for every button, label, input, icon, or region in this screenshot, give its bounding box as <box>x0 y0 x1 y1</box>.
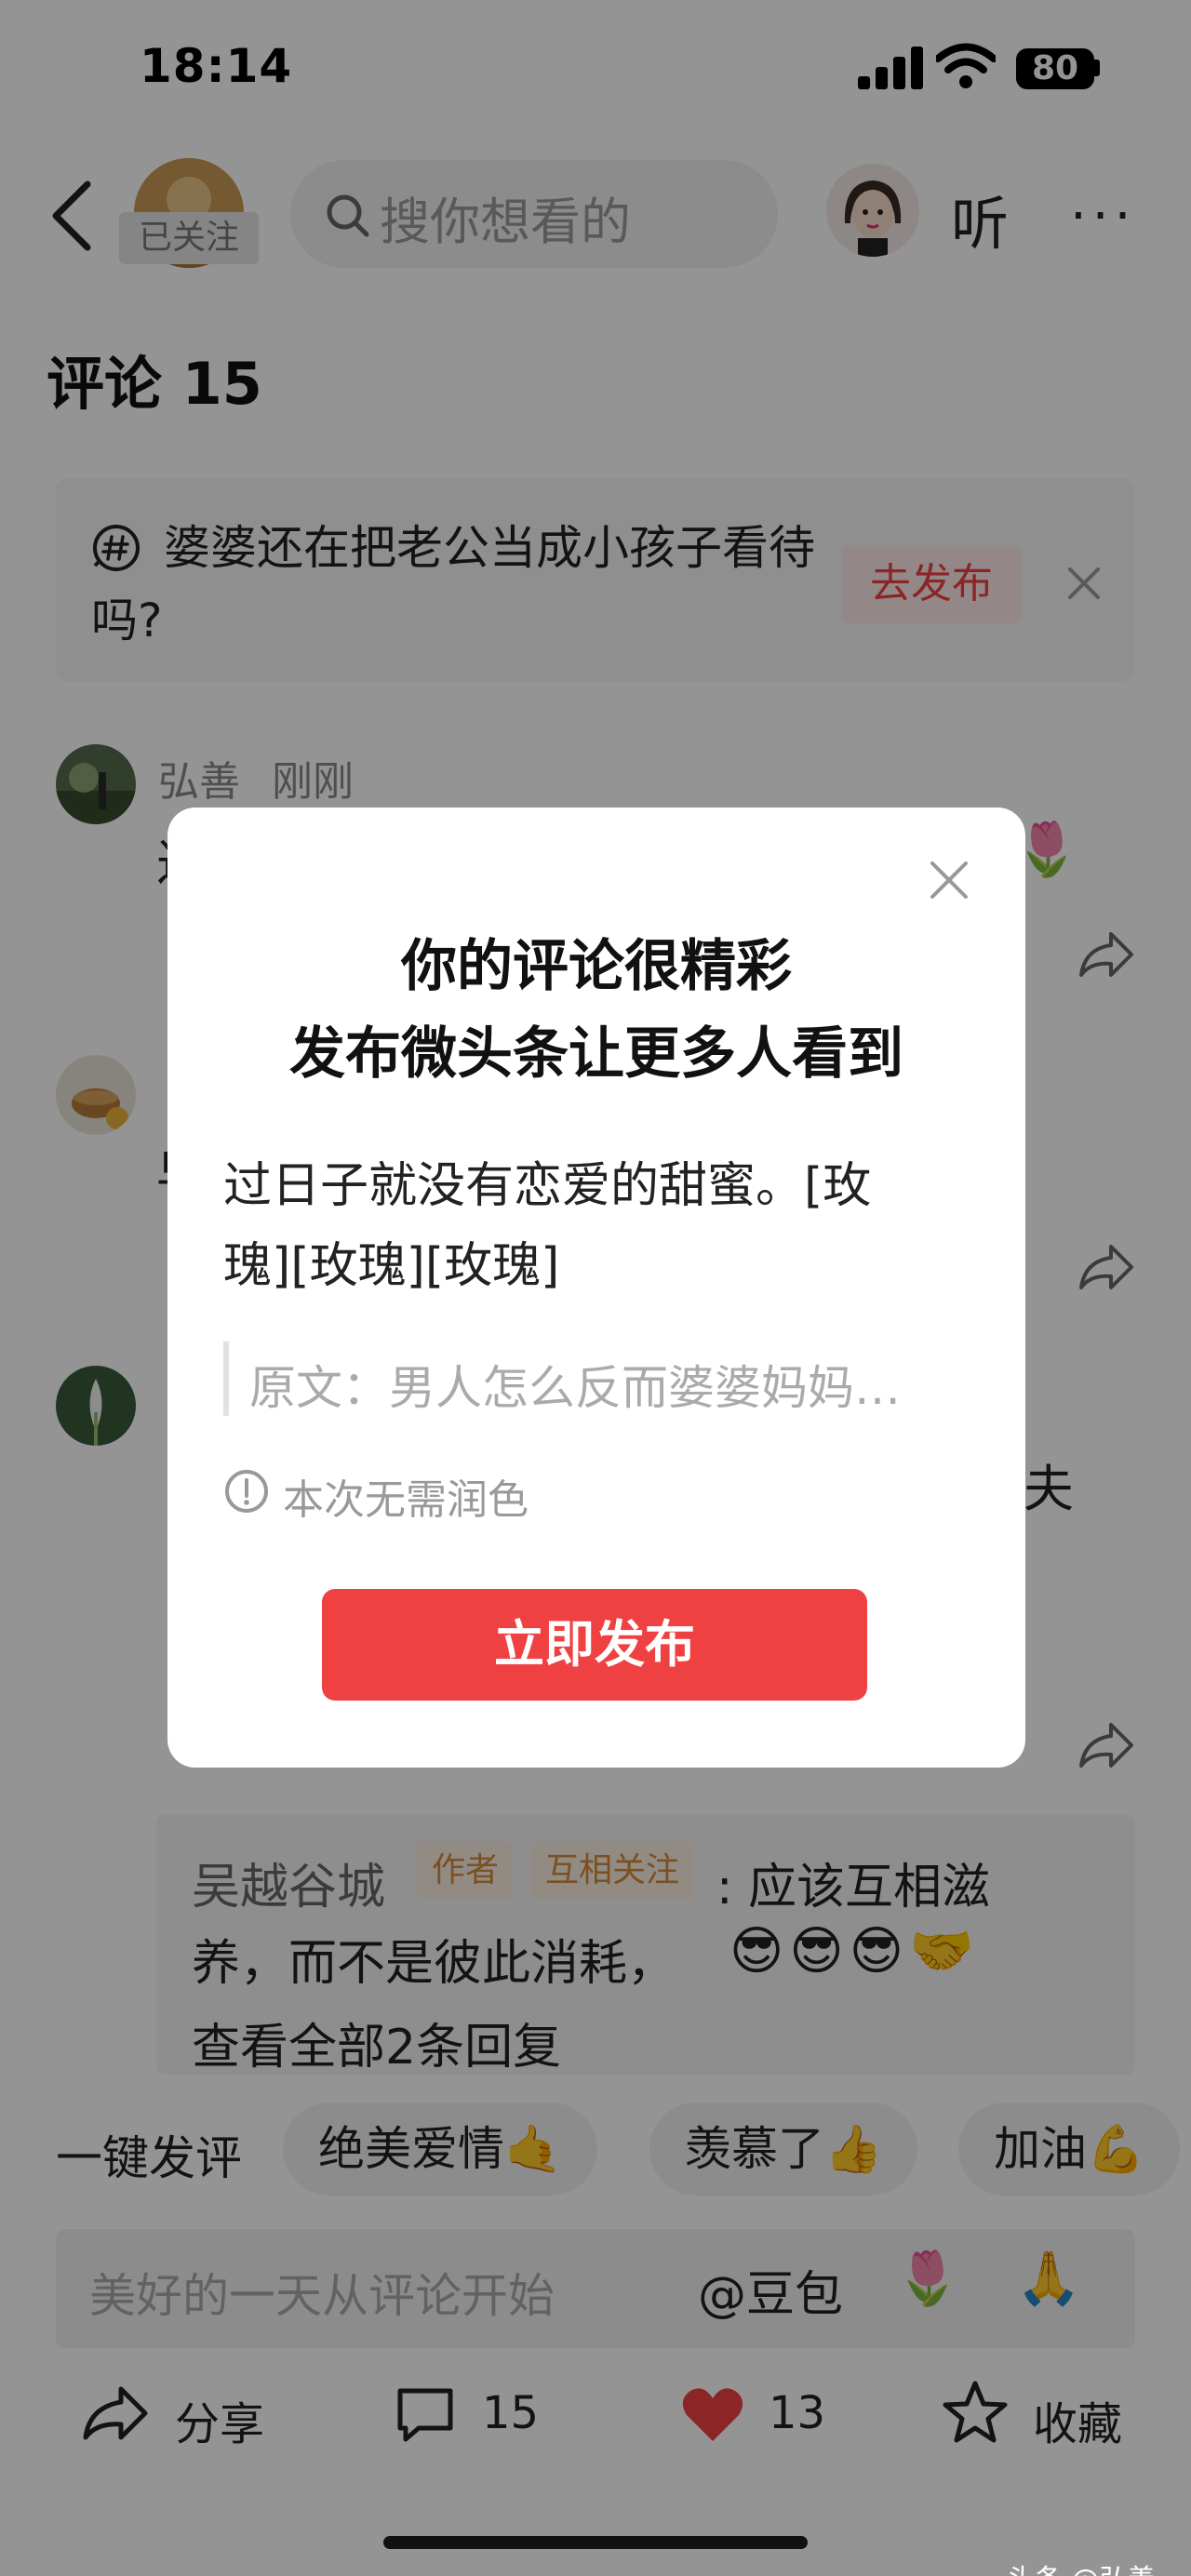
close-icon[interactable] <box>927 858 971 902</box>
dialog-original-quote: 原文：男人怎么反而婆婆妈妈… <box>249 1361 901 1415</box>
dialog-comment-text: 过日子就没有恋爱的甜蜜。[玫瑰][玫瑰][玫瑰] <box>223 1158 872 1294</box>
info-icon <box>225 1470 268 1513</box>
quote-bar <box>223 1341 229 1416</box>
dialog-title-line2: 发布微头条让更多人看到 <box>289 1021 903 1087</box>
home-indicator <box>383 2536 808 2549</box>
dialog-title-line1: 你的评论很精彩 <box>401 934 792 999</box>
publish-now-button[interactable]: 立即发布 <box>322 1589 867 1701</box>
watermark: 头条 @弘善 <box>1007 2556 1156 2576</box>
dialog-info-text: 本次无需润色 <box>283 1476 529 1524</box>
